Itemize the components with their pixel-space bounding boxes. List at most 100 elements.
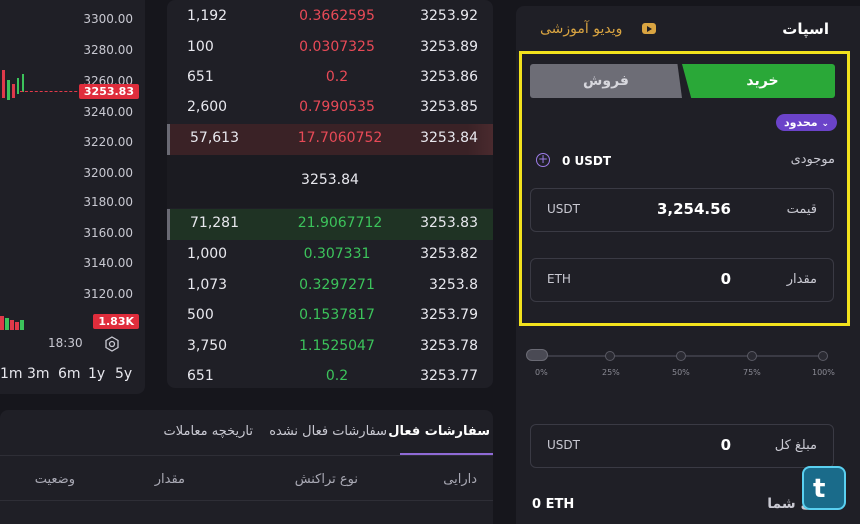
ask-row[interactable]: 2,600 0.7990535 3253.85	[167, 93, 493, 124]
balance-label: موجودی	[790, 152, 835, 167]
slider-mark-100[interactable]	[818, 351, 828, 361]
settings-icon[interactable]	[104, 336, 120, 352]
bid-row[interactable]: 71,281 21.9067712 3253.83	[167, 209, 493, 240]
amount-value[interactable]: 0	[721, 270, 731, 288]
total-unit: USDT	[547, 438, 580, 452]
timeframe-1y[interactable]: 1y	[88, 366, 105, 382]
bid-row[interactable]: 3,750 1.1525047 3253.78	[167, 332, 493, 363]
buy-button[interactable]: خرید	[682, 64, 835, 98]
bid-total: 0.307331	[303, 246, 371, 262]
slider-mark-25[interactable]	[605, 351, 615, 361]
col-asset: دارایی	[443, 472, 477, 487]
total-field[interactable]: مبلغ کل 0 USDT	[530, 424, 834, 468]
candle	[17, 78, 19, 94]
amount-label: مقدار	[786, 272, 817, 287]
ask-row[interactable]: 57,613 17.7060752 3253.84	[167, 124, 493, 155]
total-value[interactable]: 0	[721, 436, 731, 454]
price-field[interactable]: قیمت 3,254.56 USDT	[530, 188, 834, 232]
ask-total: 0.2	[325, 69, 349, 85]
slider-label: 25%	[602, 368, 620, 377]
ask-price: 3253.85	[420, 99, 478, 115]
slider-mark-75[interactable]	[747, 351, 757, 361]
tab-active-orders[interactable]: سفارشات فعال	[388, 424, 490, 439]
order-book: 1,192 0.3662595 3253.92 100 0.0307325 32…	[167, 0, 493, 388]
price-chart[interactable]: 3300.00 3280.00 3260.00 3240.00 3220.00 …	[0, 0, 145, 394]
price-value[interactable]: 3,254.56	[657, 200, 731, 218]
order-type-label: محدود	[784, 116, 818, 129]
y-tick: 3180.00	[83, 195, 133, 209]
bid-price: 3253.77	[420, 368, 478, 384]
candle	[2, 70, 5, 98]
y-tick: 3160.00	[83, 226, 133, 240]
slider-label: 0%	[535, 368, 548, 377]
bid-amount: 1,000	[187, 246, 228, 262]
ask-amount: 2,600	[187, 99, 228, 115]
ask-total: 0.3662595	[299, 8, 375, 24]
timeframe-5y[interactable]: 5y	[115, 366, 132, 382]
ask-price: 3253.89	[420, 39, 478, 55]
slider-label: 50%	[672, 368, 690, 377]
mid-price: 3253.84	[301, 172, 359, 188]
volume-tag: 1.83K	[93, 314, 139, 329]
y-tick: 3240.00	[83, 105, 133, 119]
bid-price: 3253.79	[420, 307, 478, 323]
chevron-down-icon: ⌄	[821, 119, 829, 129]
eth-balance: 0 ETH	[532, 497, 575, 512]
bid-price: 3253.8	[429, 277, 478, 293]
ask-row[interactable]: 1,192 0.3662595 3253.92	[167, 2, 493, 33]
volume-bar	[10, 320, 14, 330]
candle	[12, 84, 15, 98]
bid-amount: 1,073	[187, 277, 228, 293]
ask-total: 0.0307325	[299, 39, 375, 55]
volume-bar	[20, 320, 24, 330]
ask-amount: 100	[187, 39, 214, 55]
slider-label: 75%	[743, 368, 761, 377]
ask-amount: 1,192	[187, 8, 228, 24]
y-tick: 3200.00	[83, 166, 133, 180]
ask-total: 0.7990535	[299, 99, 375, 115]
bid-amount: 71,281	[190, 215, 239, 231]
timeframe-6m[interactable]: 6m	[58, 366, 81, 382]
amount-field[interactable]: مقدار 0 ETH	[530, 258, 834, 302]
timeframe-1m[interactable]: 1m	[0, 366, 23, 382]
ask-amount: 651	[187, 69, 214, 85]
tutorial-video-link[interactable]: ویدیو آموزشی	[540, 21, 622, 37]
bid-row[interactable]: 1,073 0.3297271 3253.8	[167, 271, 493, 302]
watermark-logo: t	[802, 466, 846, 510]
ask-row[interactable]: 100 0.0307325 3253.89	[167, 33, 493, 64]
col-amount: مقدار	[154, 472, 185, 487]
deposit-plus-icon[interactable]: +	[536, 153, 550, 167]
bid-total: 0.1537817	[299, 307, 375, 323]
bid-price: 3253.78	[420, 338, 478, 354]
bid-row[interactable]: 1,000 0.307331 3253.82	[167, 240, 493, 271]
ask-price: 3253.86	[420, 69, 478, 85]
bid-total: 0.3297271	[299, 277, 375, 293]
video-play-icon[interactable]	[642, 23, 656, 34]
spot-trade-panel: اسپات ویدیو آموزشی خرید فروش محدود ⌄ موج…	[516, 6, 860, 524]
bid-price: 3253.83	[420, 215, 478, 231]
price-unit: USDT	[547, 202, 580, 216]
ask-row[interactable]: 651 0.2 3253.86	[167, 63, 493, 94]
timeframe-3m[interactable]: 3m	[27, 366, 50, 382]
tab-trade-history[interactable]: تاریخچه معاملات	[163, 424, 253, 439]
divider	[0, 455, 493, 456]
ask-total: 17.7060752	[297, 130, 383, 146]
y-tick: 3300.00	[83, 12, 133, 26]
time-label: 18:30	[48, 336, 83, 350]
balance-value: 0 USDT	[562, 154, 612, 168]
ask-price: 3253.84	[420, 130, 478, 146]
price-label: قیمت	[786, 202, 817, 217]
tab-inactive-orders[interactable]: سفارشات فعال نشده	[269, 424, 387, 439]
slider-handle[interactable]	[526, 349, 548, 361]
panel-title: اسپات	[782, 20, 829, 38]
bid-row[interactable]: 500 0.1537817 3253.79	[167, 301, 493, 332]
bid-total: 0.2	[325, 368, 349, 384]
amount-unit: ETH	[547, 272, 571, 286]
slider-mark-50[interactable]	[676, 351, 686, 361]
sell-button[interactable]: فروش	[530, 64, 682, 98]
orders-panel: سفارشات فعال سفارشات فعال نشده تاریخچه م…	[0, 410, 493, 524]
volume-bar	[5, 318, 9, 330]
bid-row[interactable]: 651 0.2 3253.77	[167, 362, 493, 388]
ask-price: 3253.92	[420, 8, 478, 24]
order-type-dropdown[interactable]: محدود ⌄	[776, 114, 837, 131]
